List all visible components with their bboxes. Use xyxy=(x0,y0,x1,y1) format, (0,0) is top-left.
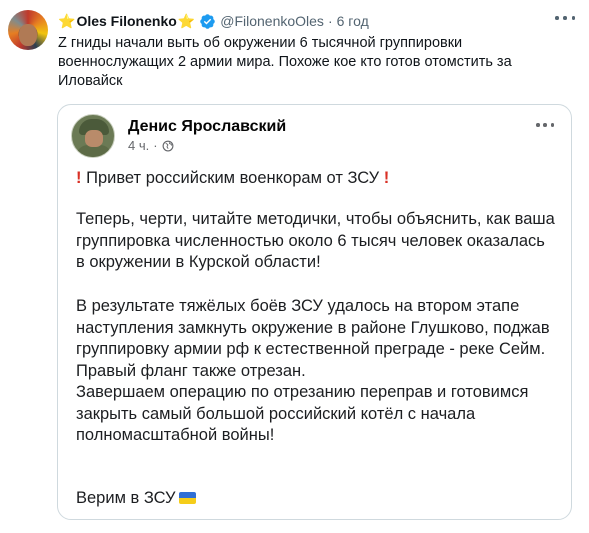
display-name[interactable]: Oles Filonenko xyxy=(76,12,176,30)
post-paragraph: Верим в ЗСУ xyxy=(76,488,556,510)
star-icon: ⭐ xyxy=(177,13,196,29)
post-paragraph: Теперь, черти, читайте методички, чтобы … xyxy=(76,210,555,271)
tweet: ⭐ Oles Filonenko ⭐ @FilonenkoOles · 6 го… xyxy=(0,0,589,533)
author-avatar xyxy=(71,114,115,158)
separator-dot: · xyxy=(153,138,158,153)
exclamation-icon: ! xyxy=(76,169,82,187)
post-paragraph: ! Привет российским военкорам от ЗСУ ! xyxy=(76,169,390,187)
more-icon xyxy=(536,122,554,128)
verified-badge-icon xyxy=(200,13,215,29)
star-icon: ⭐ xyxy=(58,13,76,29)
more-icon[interactable] xyxy=(555,12,575,24)
ukraine-flag-icon xyxy=(179,492,197,504)
author-name: Денис Ярославский xyxy=(128,118,287,135)
post-meta: 4 ч. · xyxy=(128,138,174,154)
exclamation-icon: ! xyxy=(383,169,390,187)
handle[interactable]: @FilonenkoOles xyxy=(220,12,324,30)
embedded-image-card[interactable]: Денис Ярославский 4 ч. · ! Привет россий… xyxy=(57,104,572,520)
tweet-header: ⭐ Oles Filonenko ⭐ @FilonenkoOles · 6 го… xyxy=(58,11,369,31)
post-time: 4 ч. xyxy=(128,138,150,153)
avatar[interactable] xyxy=(8,10,48,50)
post-paragraph: В результате тяжёлых боёв ЗСУ удалось на… xyxy=(76,297,550,444)
tweet-text: Z гниды начали выть об окружении 6 тысяч… xyxy=(58,35,512,89)
separator-dot: · xyxy=(327,13,333,29)
timestamp[interactable]: 6 год xyxy=(337,12,369,30)
globe-icon xyxy=(162,140,174,152)
